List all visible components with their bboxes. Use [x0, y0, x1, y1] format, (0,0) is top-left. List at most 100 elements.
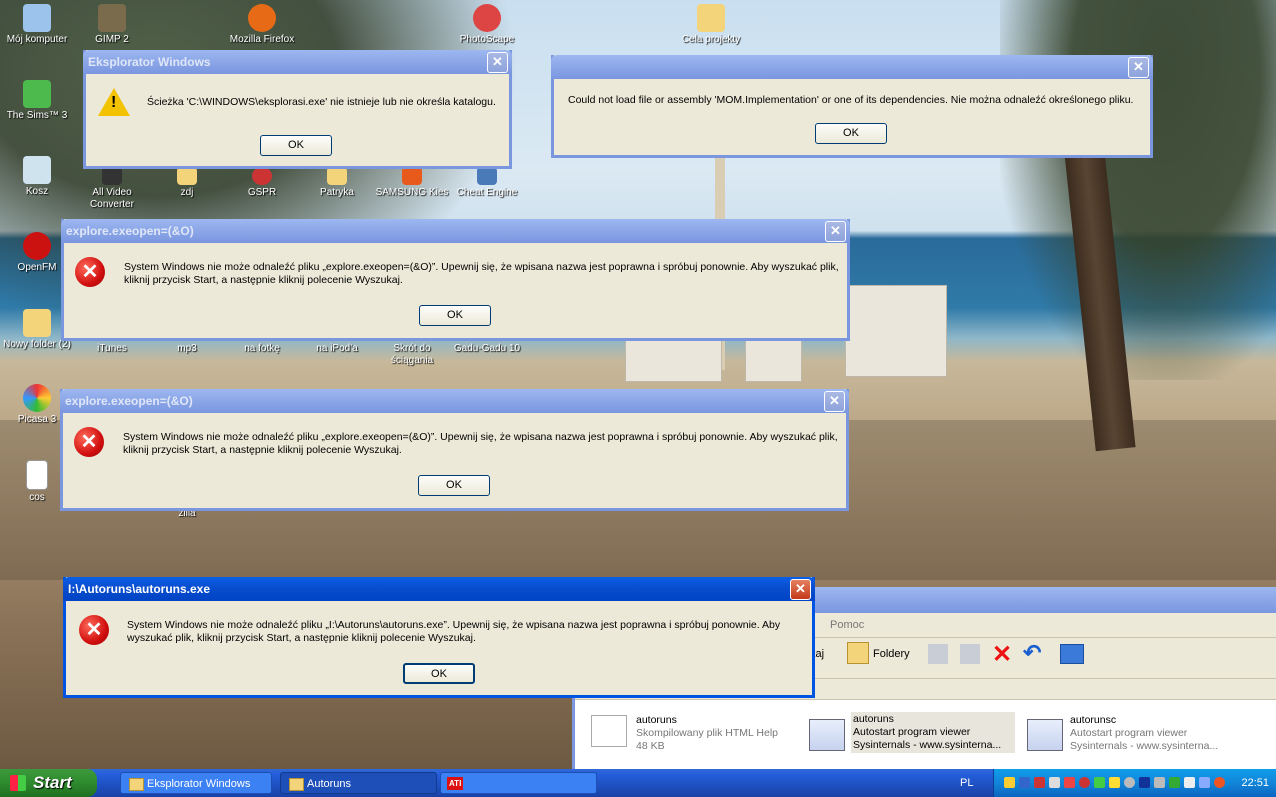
- desktop-icon-itunes[interactable]: iTunes: [72, 343, 152, 355]
- dialog-message: Ścieżka 'C:\WINDOWS\eksplorasi.exe' nie …: [147, 96, 496, 108]
- tray-app-icon[interactable]: [1079, 777, 1090, 788]
- beach-chair: [625, 340, 722, 382]
- close-icon[interactable]: ✕: [825, 221, 846, 242]
- views-icon[interactable]: [1060, 644, 1084, 664]
- beach-chair: [845, 285, 947, 377]
- tray-app-icon[interactable]: [1064, 777, 1075, 788]
- start-button[interactable]: Start: [0, 769, 97, 797]
- desktop-icon-recycle-bin[interactable]: Kosz: [0, 156, 77, 198]
- dialog-title: explore.exeopen=(&O): [66, 224, 194, 238]
- tray-app-icon[interactable]: [1004, 777, 1015, 788]
- tray-app-icon[interactable]: [1049, 777, 1060, 788]
- dialog-titlebar: ✕: [551, 55, 1153, 79]
- desktop-icon-my-computer[interactable]: Mój komputer: [0, 4, 77, 46]
- delete-icon[interactable]: ✕: [992, 640, 1012, 669]
- tray-app-icon[interactable]: [1169, 777, 1180, 788]
- tray-app-icon[interactable]: [1109, 777, 1120, 788]
- dialog-explore-exeopen: explore.exeopen=(&O) ✕ ✕ System Windows …: [61, 219, 850, 341]
- windows-logo-icon: [10, 775, 26, 791]
- taskbar-button-eksplorator[interactable]: Eksplorator Windows: [120, 772, 272, 794]
- dialog-titlebar: Eksplorator Windows ✕: [83, 50, 512, 74]
- desktop-icon-the-sims[interactable]: The Sims™ 3: [0, 80, 77, 122]
- folders-icon: [847, 642, 869, 664]
- dialog-title: explore.exeopen=(&O): [65, 394, 193, 408]
- close-icon[interactable]: ✕: [790, 579, 811, 600]
- desktop-icon-cela-projekty[interactable]: Cela projekty: [671, 4, 751, 46]
- openfm-icon: [23, 232, 51, 260]
- tray-app-icon[interactable]: [1124, 777, 1135, 788]
- taskbar-button-ati[interactable]: ATI: [440, 772, 597, 794]
- error-icon: ✕: [75, 257, 105, 287]
- dialog-titlebar: explore.exeopen=(&O) ✕: [61, 219, 850, 243]
- dialog-explore-exeopen: explore.exeopen=(&O) ✕ ✕ System Windows …: [60, 389, 849, 511]
- dialog-title: I:\Autoruns\autoruns.exe: [68, 582, 211, 596]
- file-item[interactable]: autoruns Skompilowany plik HTML Help 48 …: [636, 714, 778, 753]
- folder-icon: [23, 309, 51, 337]
- desktop-icon-gadu-gadu[interactable]: Gadu-Gadu 10: [447, 343, 527, 355]
- cheat-engine-icon: [477, 167, 497, 185]
- picasa-icon: [23, 384, 51, 412]
- ok-button[interactable]: OK: [260, 135, 332, 156]
- folder-icon: [129, 778, 144, 791]
- exe-file-icon: [1027, 719, 1063, 751]
- tray-app-icon[interactable]: [1154, 777, 1165, 788]
- tray-app-icon[interactable]: [1094, 777, 1105, 788]
- folders-button[interactable]: Foldery: [873, 648, 910, 660]
- close-icon[interactable]: ✕: [1128, 57, 1149, 78]
- desktop-icon-skrot-do-sciagania[interactable]: Skrót do ściągania: [372, 343, 452, 367]
- desktop-icon-samsung-kies[interactable]: SAMSUNG Kies: [372, 167, 452, 199]
- taskbar-button-autoruns[interactable]: Autoruns: [280, 772, 437, 794]
- undo-icon[interactable]: ↶: [1023, 640, 1041, 666]
- dialog-mom-implementation: ✕ Could not load file or assembly 'MOM.I…: [551, 55, 1153, 158]
- ok-button[interactable]: OK: [419, 305, 491, 326]
- tray-app-icon[interactable]: [1034, 777, 1045, 788]
- error-icon: ✕: [79, 615, 109, 645]
- desktop-icon-photoscape[interactable]: PhotoScape: [447, 4, 527, 46]
- computer-icon: [23, 4, 51, 32]
- dialog-message: Could not load file or assembly 'MOM.Imp…: [568, 94, 1134, 106]
- file-item-selected[interactable]: autoruns Autostart program viewer Sysint…: [851, 712, 1015, 753]
- ati-icon: ATI: [447, 777, 464, 790]
- clock[interactable]: 22:51: [1241, 769, 1269, 797]
- folder-icon: [177, 167, 197, 185]
- desktop-icon-all-video-converter[interactable]: All Video Converter: [72, 167, 152, 211]
- ok-button[interactable]: OK: [403, 663, 475, 684]
- ok-button[interactable]: OK: [418, 475, 490, 496]
- desktop-icon-mp3[interactable]: mp3: [147, 343, 227, 355]
- tray-app-icon[interactable]: [1019, 777, 1030, 788]
- bluetooth-icon[interactable]: [1139, 777, 1150, 788]
- tray-app-icon[interactable]: [1214, 777, 1225, 788]
- close-icon[interactable]: ✕: [487, 52, 508, 73]
- tray-app-icon[interactable]: [1184, 777, 1195, 788]
- warning-icon: !: [98, 88, 130, 116]
- dialog-message: System Windows nie może odnaleźć pliku „…: [124, 261, 839, 286]
- menu-help[interactable]: Pomoc: [830, 619, 864, 631]
- firefox-icon: [248, 4, 276, 32]
- desktop-icon-gimp[interactable]: GIMP 2: [72, 4, 152, 46]
- desktop-icon-cheat-engine[interactable]: Cheat Engine: [447, 167, 527, 199]
- dialog-title: Eksplorator Windows: [88, 55, 211, 69]
- ok-button[interactable]: OK: [815, 123, 887, 144]
- folder-icon: [697, 4, 725, 32]
- beach-chair: [745, 340, 802, 382]
- file-item[interactable]: autorunsc Autostart program viewer Sysin…: [1070, 714, 1218, 753]
- sims-icon: [23, 80, 51, 108]
- desktop-icon-na-ipoda[interactable]: na iPod'a: [297, 343, 377, 355]
- volume-icon[interactable]: [1199, 777, 1210, 788]
- desktop-icon-na-fotke[interactable]: na fotkę: [222, 343, 302, 355]
- desktop-icon-gspr[interactable]: GSPR: [222, 167, 302, 199]
- photoscape-icon: [473, 4, 501, 32]
- desktop-icon-zdj[interactable]: zdj: [147, 167, 227, 199]
- text-file-icon: [26, 460, 48, 490]
- folder-icon: [289, 778, 304, 791]
- desktop-icon-patryka[interactable]: Patryka: [297, 167, 377, 199]
- copy-to-icon[interactable]: [960, 644, 980, 664]
- dialog-titlebar: explore.exeopen=(&O) ✕: [60, 389, 849, 413]
- desktop-icon-firefox[interactable]: Mozilla Firefox: [222, 4, 302, 46]
- move-to-icon[interactable]: [928, 644, 948, 664]
- taskbar: Start Eksplorator Windows Autoruns ATI P…: [0, 769, 1276, 797]
- gspr-icon: [252, 167, 272, 185]
- language-indicator[interactable]: PL: [960, 769, 973, 797]
- gimp-icon: [98, 4, 126, 32]
- close-icon[interactable]: ✕: [824, 391, 845, 412]
